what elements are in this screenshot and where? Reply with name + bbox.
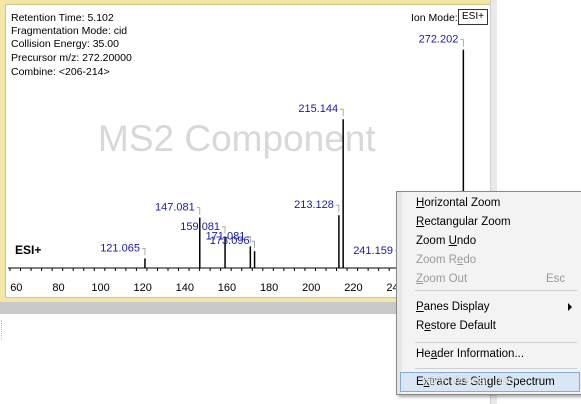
context-menu: Horizontal Zoom Rectangular Zoom Zoom Undo… xyxy=(396,191,581,395)
peak-leader xyxy=(196,207,201,215)
menu-item-text: Zoom R xyxy=(416,254,457,266)
x-tick-label: 200 xyxy=(302,282,320,294)
menu-item-text: oom Out xyxy=(423,273,468,285)
submenu-arrow-icon xyxy=(568,303,572,311)
credit-watermark: 知乎 @Sean hoo xyxy=(424,373,515,387)
peak-leader xyxy=(251,240,255,249)
peak-label: 121.065 xyxy=(100,242,140,254)
menu-item-text: orizontal Zoom xyxy=(424,197,501,209)
peak-label: 173.096 xyxy=(210,235,250,247)
peak-label: 147.081 xyxy=(155,202,195,214)
peak-label: 213.128 xyxy=(294,199,334,211)
x-tick-label: 140 xyxy=(176,282,194,294)
menu-item-horizontal-zoom[interactable]: Horizontal Zoom xyxy=(416,194,500,212)
x-tick-label: 180 xyxy=(260,282,278,294)
peak-leader xyxy=(460,39,464,47)
menu-separator xyxy=(415,290,577,291)
menu-item-mnemonic: U xyxy=(448,235,457,247)
menu-item-text: store Default xyxy=(430,320,496,332)
menu-separator xyxy=(415,368,577,369)
menu-item-text: anes Display xyxy=(423,301,490,313)
peak-label: 241.159 xyxy=(353,245,393,257)
menu-item-text: He xyxy=(416,348,431,360)
x-tick-label: 160 xyxy=(218,282,236,294)
menu-item-text: ectangular Zoom xyxy=(424,216,511,228)
menu-item-panes-display[interactable]: Panes Display xyxy=(416,298,490,316)
x-tick-label: 80 xyxy=(52,282,64,294)
menu-item-header-information[interactable]: Header Information... xyxy=(416,345,524,363)
menu-item-rectangular-zoom[interactable]: Rectangular Zoom xyxy=(416,213,511,231)
x-tick-label: 100 xyxy=(91,282,109,294)
menu-item-shortcut: Esc xyxy=(546,273,566,285)
menu-item-zoom-undo[interactable]: Zoom Undo xyxy=(416,232,476,250)
peak-label: 215.144 xyxy=(298,103,338,115)
menu-item-mnemonic: Z xyxy=(416,273,424,285)
peak-leader xyxy=(335,204,340,213)
menu-item-text: Zoom xyxy=(416,235,449,247)
menu-separator xyxy=(415,342,577,343)
x-tick-label: 60 xyxy=(10,282,22,294)
menu-item-text: ndo xyxy=(456,235,477,247)
dotted-marker xyxy=(1,320,2,340)
menu-item-text: do xyxy=(463,254,477,266)
menu-icon-strip xyxy=(397,192,402,394)
menu-item-text: E xyxy=(416,376,424,388)
peak-label: 272.202 xyxy=(419,34,459,46)
x-tick-label: 120 xyxy=(134,282,152,294)
menu-item-zoom-out[interactable]: Zoom Out Esc xyxy=(416,270,565,288)
menu-item-text: der Information... xyxy=(437,348,525,360)
menu-item-zoom-redo[interactable]: Zoom Redo xyxy=(416,251,476,269)
peak-leader xyxy=(340,108,344,117)
menu-item-restore-default[interactable]: Restore Default xyxy=(416,317,496,335)
x-tick-label: 220 xyxy=(344,282,362,294)
peak-leader xyxy=(141,247,146,256)
menu-item-mnemonic: P xyxy=(416,301,424,313)
